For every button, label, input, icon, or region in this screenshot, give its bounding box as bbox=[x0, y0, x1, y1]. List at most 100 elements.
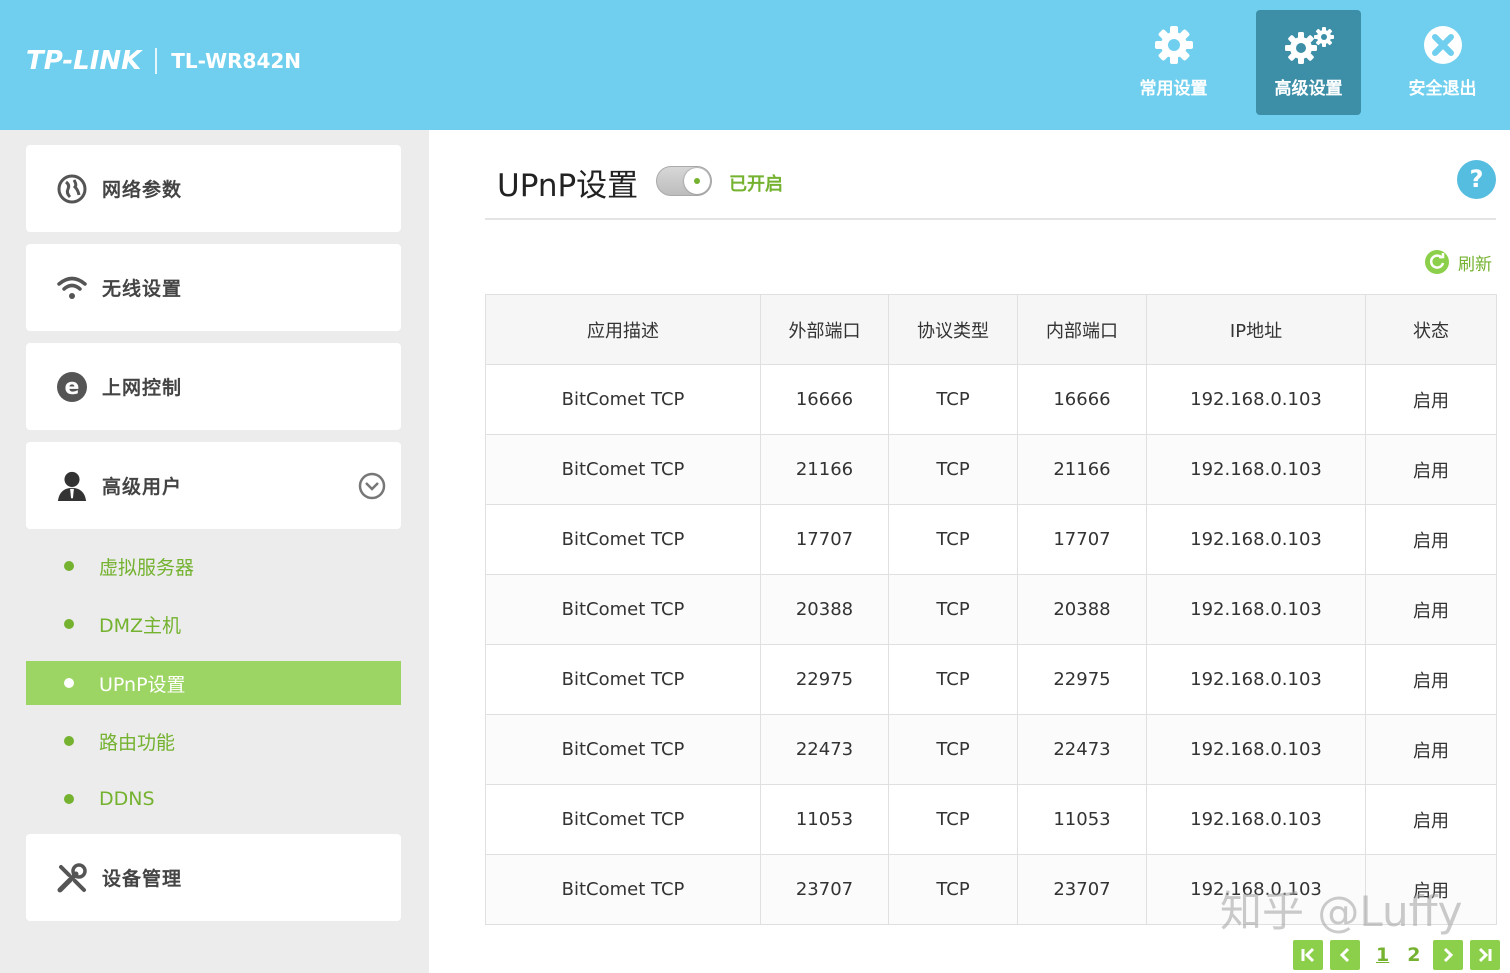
table-cell: TCP bbox=[888, 784, 1018, 855]
sidebar-item-label: 虚拟服务器 bbox=[99, 556, 195, 579]
page-number[interactable]: 2 bbox=[1407, 944, 1420, 966]
user-icon bbox=[56, 470, 88, 502]
chevron-right-icon bbox=[1444, 947, 1454, 963]
nav-logout[interactable]: 安全退出 bbox=[1390, 10, 1495, 115]
table-cell: 11053 bbox=[760, 784, 889, 855]
table-cell: BitComet TCP bbox=[485, 364, 761, 435]
sidebar-item-label: DDNS bbox=[99, 788, 155, 810]
column-header: 内部端口 bbox=[1017, 294, 1147, 365]
nav-common-settings[interactable]: 常用设置 bbox=[1121, 10, 1226, 115]
sidebar-menu-internet-control[interactable]: e 上网控制 bbox=[26, 343, 401, 430]
globe-icon bbox=[56, 173, 88, 205]
table-cell: 21166 bbox=[1017, 434, 1147, 505]
sidebar-menu-label: 无线设置 bbox=[102, 278, 183, 300]
table-cell: 23707 bbox=[760, 854, 889, 925]
table-cell: BitComet TCP bbox=[485, 574, 761, 645]
table-cell: 11053 bbox=[1017, 784, 1147, 855]
bullet-dot bbox=[64, 678, 74, 688]
toggle-knob bbox=[684, 168, 710, 194]
help-icon[interactable]: ? bbox=[1457, 160, 1496, 199]
table-cell: 22975 bbox=[1017, 644, 1147, 715]
sidebar-item-label: DMZ主机 bbox=[99, 614, 182, 637]
table-cell: 192.168.0.103 bbox=[1146, 714, 1366, 785]
next-page-button[interactable] bbox=[1433, 940, 1464, 970]
table-cell: 17707 bbox=[760, 504, 889, 575]
table-cell: 启用 bbox=[1365, 854, 1497, 925]
upnp-toggle[interactable] bbox=[656, 166, 712, 196]
table-cell: BitComet TCP bbox=[485, 854, 761, 925]
table-row: BitComet TCP 21166 TCP 21166 192.168.0.1… bbox=[485, 434, 1497, 505]
column-header: IP地址 bbox=[1146, 294, 1366, 365]
upnp-table: 应用描述 外部端口 协议类型 内部端口 IP地址 状态 BitComet TCP… bbox=[485, 294, 1497, 925]
sidebar-item-routing[interactable]: 路由功能 bbox=[26, 719, 401, 763]
sidebar-item-ddns[interactable]: DDNS bbox=[26, 777, 401, 821]
bullet-dot bbox=[64, 736, 74, 746]
table-cell: BitComet TCP bbox=[485, 434, 761, 505]
table-cell: 192.168.0.103 bbox=[1146, 854, 1366, 925]
table-row: BitComet TCP 23707 TCP 23707 192.168.0.1… bbox=[485, 854, 1497, 925]
table-row: BitComet TCP 20388 TCP 20388 192.168.0.1… bbox=[485, 574, 1497, 645]
table-row: BitComet TCP 17707 TCP 17707 192.168.0.1… bbox=[485, 504, 1497, 575]
sidebar-menu-label: 设备管理 bbox=[102, 868, 183, 890]
table-cell: 启用 bbox=[1365, 784, 1497, 855]
page-title: UPnP设置 bbox=[497, 168, 639, 204]
column-header: 状态 bbox=[1365, 294, 1497, 365]
sidebar-item-upnp[interactable]: UPnP设置 bbox=[26, 661, 401, 705]
column-header: 协议类型 bbox=[888, 294, 1018, 365]
column-header: 外部端口 bbox=[760, 294, 889, 365]
table-row: BitComet TCP 22975 TCP 22975 192.168.0.1… bbox=[485, 644, 1497, 715]
table-cell: 启用 bbox=[1365, 714, 1497, 785]
brand-separator bbox=[155, 48, 158, 74]
bullet-dot bbox=[64, 561, 74, 571]
table-cell: BitComet TCP bbox=[485, 784, 761, 855]
last-page-button[interactable] bbox=[1470, 940, 1501, 970]
sidebar-item-dmz[interactable]: DMZ主机 bbox=[26, 602, 401, 646]
svg-text:e: e bbox=[65, 375, 80, 400]
chevron-down-icon[interactable] bbox=[358, 472, 386, 504]
table-cell: 20388 bbox=[1017, 574, 1147, 645]
table-cell: TCP bbox=[888, 364, 1018, 435]
title-divider bbox=[485, 218, 1496, 220]
toggle-status: 已开启 bbox=[729, 174, 783, 195]
table-cell: BitComet TCP bbox=[485, 504, 761, 575]
brand-logo: TP-LINK bbox=[26, 46, 142, 76]
table-cell: 22473 bbox=[760, 714, 889, 785]
table-row: BitComet TCP 11053 TCP 11053 192.168.0.1… bbox=[485, 784, 1497, 855]
sidebar-menu-advanced-user[interactable]: 高级用户 bbox=[26, 442, 401, 529]
first-page-icon bbox=[1301, 947, 1315, 963]
first-page-button[interactable] bbox=[1293, 940, 1323, 970]
tools-icon bbox=[56, 862, 88, 894]
prev-page-button[interactable] bbox=[1330, 940, 1360, 970]
table-cell: TCP bbox=[888, 644, 1018, 715]
table-cell: 192.168.0.103 bbox=[1146, 644, 1366, 715]
table-cell: 启用 bbox=[1365, 364, 1497, 435]
table-cell: BitComet TCP bbox=[485, 714, 761, 785]
nav-advanced-settings[interactable]: 高级设置 bbox=[1256, 10, 1361, 115]
bullet-dot bbox=[64, 619, 74, 629]
refresh-button[interactable]: 刷新 bbox=[1424, 249, 1492, 275]
table-cell: 192.168.0.103 bbox=[1146, 574, 1366, 645]
column-header: 应用描述 bbox=[485, 294, 761, 365]
page-number[interactable]: 1 bbox=[1376, 944, 1389, 966]
sidebar-menu-device-management[interactable]: 设备管理 bbox=[26, 834, 401, 921]
sidebar-menu-network[interactable]: 网络参数 bbox=[26, 145, 401, 232]
table-cell: BitComet TCP bbox=[485, 644, 761, 715]
wifi-icon bbox=[56, 272, 88, 304]
refresh-label: 刷新 bbox=[1458, 254, 1492, 275]
table-cell: TCP bbox=[888, 714, 1018, 785]
table-cell: 启用 bbox=[1365, 644, 1497, 715]
table-cell: 21166 bbox=[760, 434, 889, 505]
table-cell: 22975 bbox=[760, 644, 889, 715]
ie-icon: e bbox=[56, 371, 88, 403]
sidebar-item-virtual-server[interactable]: 虚拟服务器 bbox=[26, 544, 401, 588]
table-row: BitComet TCP 16666 TCP 16666 192.168.0.1… bbox=[485, 364, 1497, 435]
table-row: BitComet TCP 22473 TCP 22473 192.168.0.1… bbox=[485, 714, 1497, 785]
table-cell: 17707 bbox=[1017, 504, 1147, 575]
gears-icon bbox=[1284, 27, 1334, 64]
table-cell: TCP bbox=[888, 504, 1018, 575]
gear-icon bbox=[1154, 26, 1193, 64]
pagination: 1 2 bbox=[1293, 940, 1501, 970]
table-cell: 192.168.0.103 bbox=[1146, 434, 1366, 505]
sidebar-menu-wireless[interactable]: 无线设置 bbox=[26, 244, 401, 331]
device-model: TL-WR842N bbox=[171, 49, 302, 73]
